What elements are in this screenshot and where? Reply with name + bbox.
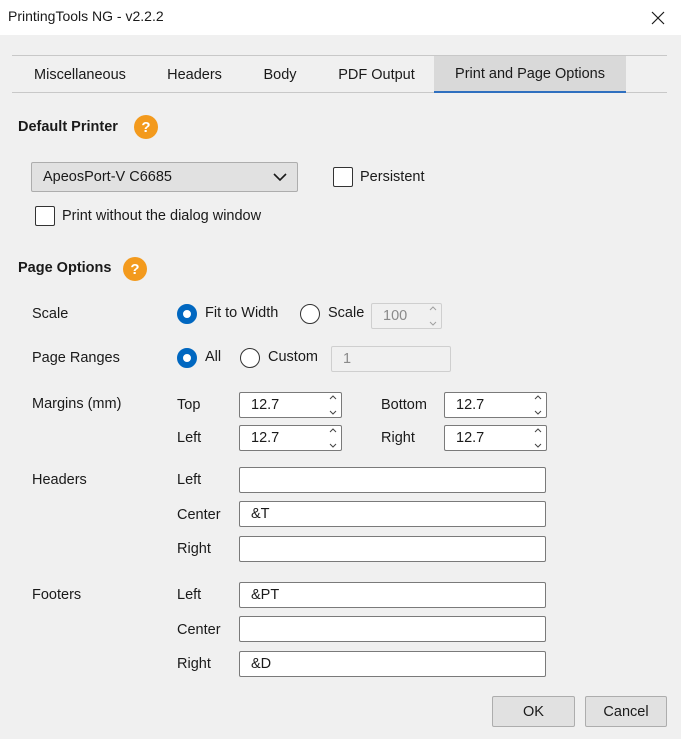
fit-to-width-label: Fit to Width — [205, 305, 279, 321]
margin-bottom-label: Bottom — [381, 397, 427, 413]
margin-right-value: 12.7 — [456, 430, 485, 446]
scale-option-label: Scale — [328, 305, 365, 321]
title-bar: PrintingTools NG - v2.2.2 — [0, 0, 681, 35]
margin-right-label: Right — [381, 430, 415, 446]
chevron-up-icon — [534, 395, 542, 400]
tab-headers[interactable]: Headers — [148, 56, 241, 93]
header-right-field[interactable] — [239, 536, 546, 562]
close-button[interactable] — [635, 0, 681, 35]
page-options-title: Page Options — [18, 260, 112, 276]
tab-miscellaneous[interactable]: Miscellaneous — [12, 56, 148, 93]
footers-label: Footers — [32, 587, 82, 603]
scale-label: Scale — [32, 306, 69, 322]
margin-bottom-stepper[interactable] — [532, 395, 544, 415]
chevron-down-icon — [534, 443, 542, 448]
persistent-checkbox[interactable] — [333, 167, 353, 187]
header-left-label: Left — [177, 472, 202, 488]
header-center-value: &T — [251, 506, 270, 522]
header-center-label: Center — [177, 507, 221, 523]
margin-bottom-field[interactable]: 12.7 — [444, 392, 547, 418]
header-right-label: Right — [177, 541, 211, 557]
scale-value-field[interactable]: 100 — [371, 303, 442, 329]
chevron-down-icon — [273, 173, 287, 182]
ok-button[interactable]: OK — [492, 696, 575, 727]
margin-top-label: Top — [177, 397, 201, 413]
custom-range-field[interactable]: 1 — [331, 346, 451, 372]
chevron-up-icon — [534, 428, 542, 433]
margin-right-stepper[interactable] — [532, 428, 544, 448]
margin-left-label: Left — [177, 430, 202, 446]
tab-pdf-output[interactable]: PDF Output — [319, 56, 434, 93]
margin-left-value: 12.7 — [251, 430, 280, 446]
all-pages-label: All — [205, 349, 222, 365]
scale-radio[interactable] — [300, 304, 320, 324]
chevron-down-icon — [329, 410, 337, 415]
footer-center-field[interactable] — [239, 616, 546, 642]
fit-to-width-radio[interactable] — [177, 304, 197, 324]
margin-top-field[interactable]: 12.7 — [239, 392, 342, 418]
custom-range-value: 1 — [343, 351, 352, 367]
footer-left-label: Left — [177, 587, 202, 603]
margin-left-stepper[interactable] — [327, 428, 339, 448]
chevron-down-icon — [329, 443, 337, 448]
page-options-help-icon[interactable]: ? — [123, 257, 147, 281]
print-without-dialog-checkbox[interactable] — [35, 206, 55, 226]
headers-label: Headers — [32, 472, 87, 488]
footer-right-field[interactable]: &D — [239, 651, 546, 677]
tab-print-and-page-options[interactable]: Print and Page Options — [434, 56, 626, 93]
scale-stepper[interactable] — [427, 306, 439, 326]
tab-body[interactable]: Body — [241, 56, 319, 93]
page-ranges-label: Page Ranges — [32, 350, 120, 366]
custom-range-label: Custom — [268, 349, 318, 365]
chevron-down-icon — [429, 321, 437, 326]
footer-right-label: Right — [177, 656, 211, 672]
margin-right-field[interactable]: 12.7 — [444, 425, 547, 451]
margin-bottom-value: 12.7 — [456, 397, 485, 413]
chevron-down-icon — [534, 410, 542, 415]
custom-range-radio[interactable] — [240, 348, 260, 368]
footer-left-field[interactable]: &PT — [239, 582, 546, 608]
cancel-button[interactable]: Cancel — [585, 696, 667, 727]
tab-bar: Miscellaneous Headers Body PDF Output Pr… — [12, 55, 667, 93]
printer-select[interactable]: ApeosPort-V C6685 — [31, 162, 298, 192]
scale-value: 100 — [383, 308, 408, 324]
margin-top-value: 12.7 — [251, 397, 280, 413]
margins-label: Margins (mm) — [32, 396, 122, 412]
printer-select-value: ApeosPort-V C6685 — [43, 169, 172, 185]
default-printer-help-icon[interactable]: ? — [134, 115, 158, 139]
footer-center-label: Center — [177, 622, 221, 638]
chevron-up-icon — [329, 428, 337, 433]
close-icon — [651, 11, 665, 24]
margin-left-field[interactable]: 12.7 — [239, 425, 342, 451]
all-pages-radio[interactable] — [177, 348, 197, 368]
default-printer-title: Default Printer — [18, 119, 118, 135]
header-center-field[interactable]: &T — [239, 501, 546, 527]
persistent-label: Persistent — [360, 169, 425, 185]
margin-top-stepper[interactable] — [327, 395, 339, 415]
footer-right-value: &D — [251, 656, 272, 672]
chevron-up-icon — [429, 306, 437, 311]
print-without-dialog-label: Print without the dialog window — [62, 208, 262, 224]
header-left-field[interactable] — [239, 467, 546, 493]
window-title: PrintingTools NG - v2.2.2 — [8, 8, 164, 24]
chevron-up-icon — [329, 395, 337, 400]
footer-left-value: &PT — [251, 587, 280, 603]
